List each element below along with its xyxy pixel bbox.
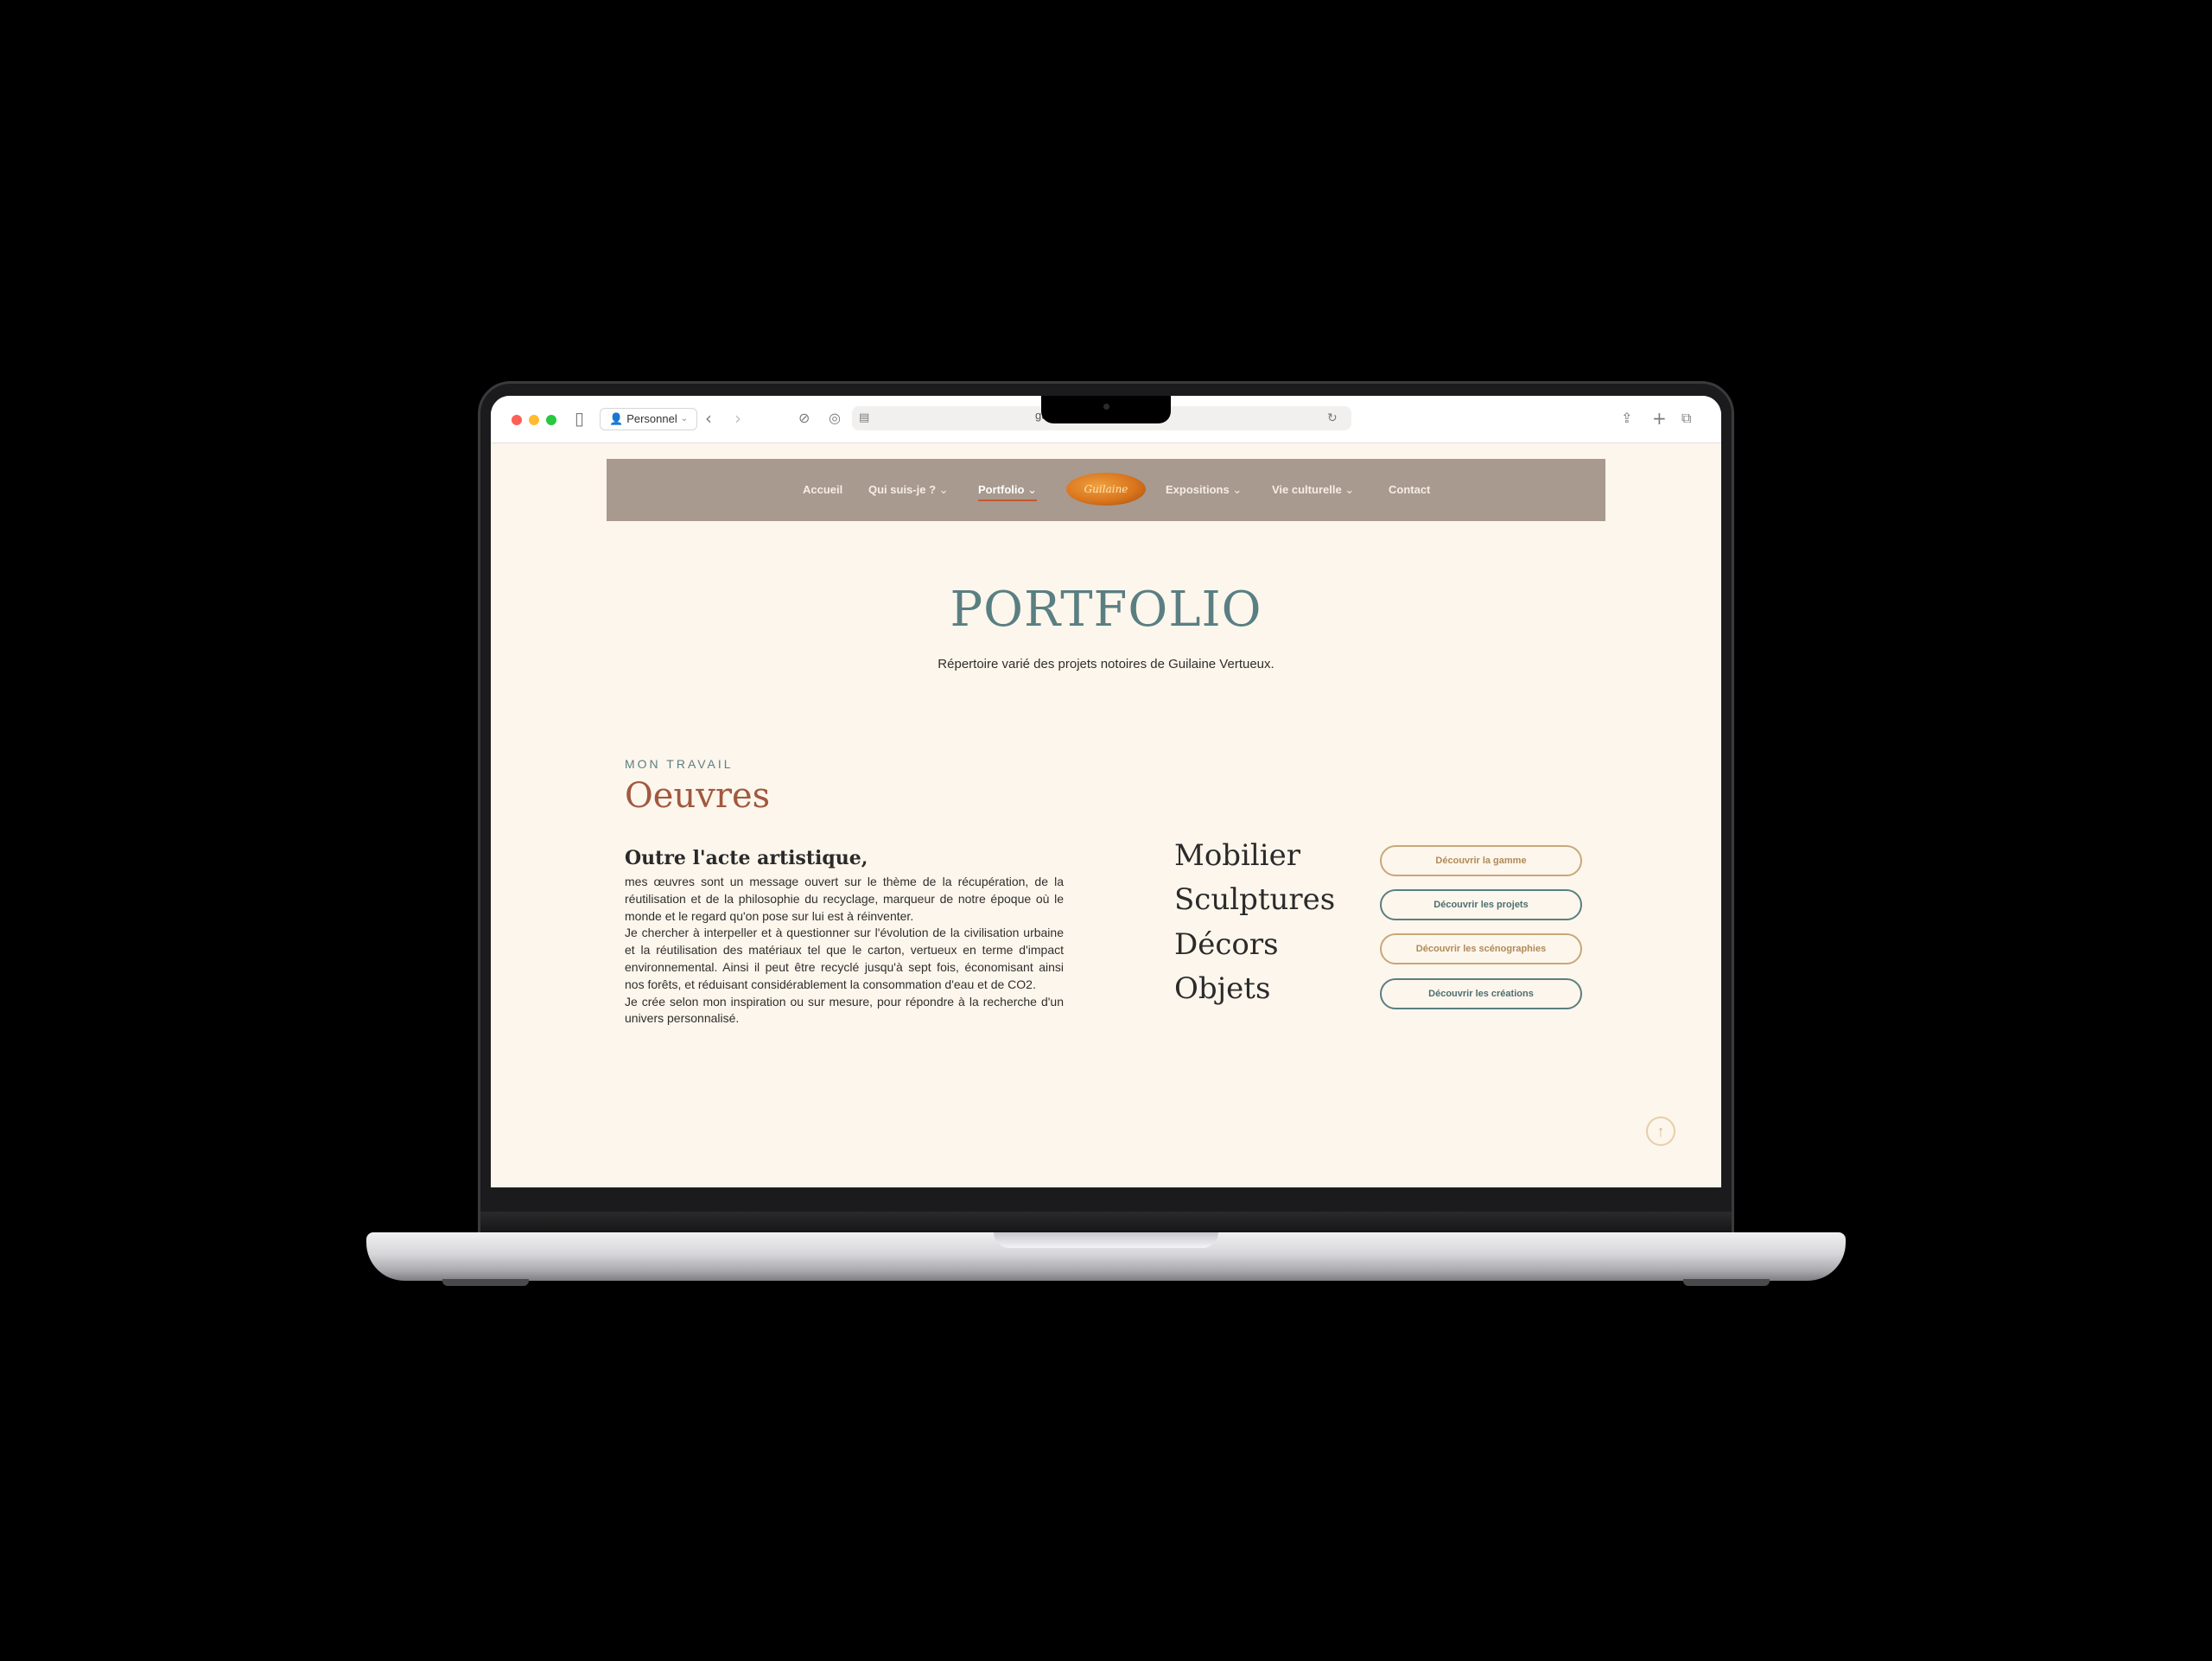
section-body: mes œuvres sont un message ouvert sur le… [625, 874, 1064, 1028]
zoom-window-button[interactable] [546, 415, 556, 425]
chevron-down-icon: ⌄ [1027, 483, 1037, 496]
scroll-to-top-button[interactable]: ↑ [1646, 1117, 1675, 1146]
laptop-foot-right [1683, 1279, 1770, 1286]
laptop-screen: ▯ 👤 Personnel ⌄ ‹ › ⊘ ◎ ▤ ↻ guilainevert… [491, 396, 1721, 1187]
nav-label: Portfolio [978, 483, 1025, 496]
section-heading: Oeuvres [625, 776, 771, 816]
site-logo[interactable]: Guilaine [1066, 473, 1146, 506]
nav-item-expositions[interactable]: Expositions ⌄ [1166, 483, 1242, 497]
forward-icon[interactable]: › [734, 408, 741, 429]
logo-text: Guilaine [1084, 483, 1128, 495]
chevron-down-icon: ⌄ [938, 483, 949, 496]
share-icon[interactable]: ⇪ [1621, 408, 1632, 429]
category-decors: Décors [1174, 927, 1279, 962]
nav-item-qui-suis-je[interactable]: Qui suis-je ? ⌄ [868, 483, 949, 497]
page-icon: ▤ [859, 411, 870, 424]
tab-overview-icon[interactable]: ⧉ [1681, 408, 1691, 429]
section-lead: Outre l'acte artistique, [625, 847, 868, 869]
new-tab-icon[interactable]: + [1652, 408, 1667, 429]
nav-item-portfolio[interactable]: Portfolio ⌄ [978, 483, 1037, 501]
minimize-window-button[interactable] [529, 415, 539, 425]
privacy-report-icon[interactable]: ⊘ [798, 408, 810, 429]
body-paragraph: mes œuvres sont un message ouvert sur le… [625, 875, 1064, 923]
camera-icon [1103, 404, 1109, 410]
person-icon: 👤 [609, 412, 624, 425]
body-paragraph: Je chercher à interpeller et à questionn… [625, 926, 1064, 991]
camera-notch [1041, 396, 1171, 423]
chevron-down-icon: ⌄ [1232, 483, 1243, 496]
laptop-hinge [480, 1212, 1732, 1232]
nav-label: Vie culturelle [1272, 483, 1342, 496]
body-paragraph: Je crée selon mon inspiration ou sur mes… [625, 994, 1064, 1026]
site-navigation: Accueil Qui suis-je ? ⌄ Portfolio ⌄ Guil… [607, 459, 1605, 521]
extension-icon[interactable]: ◎ [829, 408, 841, 429]
profile-selector[interactable]: 👤 Personnel ⌄ [600, 408, 698, 430]
section-eyebrow: MON TRAVAIL [625, 757, 734, 771]
profile-label: Personnel [626, 412, 677, 425]
nav-label: Qui suis-je ? [868, 483, 937, 496]
category-mobilier: Mobilier [1174, 838, 1301, 873]
discover-projects-button[interactable]: Découvrir les projets [1380, 889, 1582, 920]
category-sculptures: Sculptures [1174, 882, 1336, 917]
laptop-opening-notch [994, 1232, 1218, 1248]
close-window-button[interactable] [512, 415, 522, 425]
reload-icon[interactable]: ↻ [1327, 408, 1338, 429]
page-title: PORTFOLIO [950, 582, 1262, 638]
laptop-foot-left [442, 1279, 529, 1286]
discover-scenographies-button[interactable]: Découvrir les scénographies [1380, 933, 1582, 964]
page-subtitle: Répertoire varié des projets notoires de… [938, 657, 1274, 671]
category-objets: Objets [1174, 971, 1271, 1006]
nav-item-accueil[interactable]: Accueil [803, 483, 842, 496]
discover-creations-button[interactable]: Découvrir les créations [1380, 978, 1582, 1009]
arrow-up-icon: ↑ [1656, 1122, 1665, 1140]
chevron-down-icon: ⌄ [1344, 483, 1355, 496]
sidebar-toggle-icon[interactable]: ▯ [575, 408, 584, 429]
discover-range-button[interactable]: Découvrir la gamme [1380, 845, 1582, 876]
nav-item-contact[interactable]: Contact [1389, 483, 1430, 496]
nav-item-vie-culturelle[interactable]: Vie culturelle ⌄ [1272, 483, 1354, 497]
chevron-down-icon: ⌄ [680, 414, 689, 423]
back-icon[interactable]: ‹ [705, 408, 712, 429]
nav-label: Expositions [1166, 483, 1230, 496]
